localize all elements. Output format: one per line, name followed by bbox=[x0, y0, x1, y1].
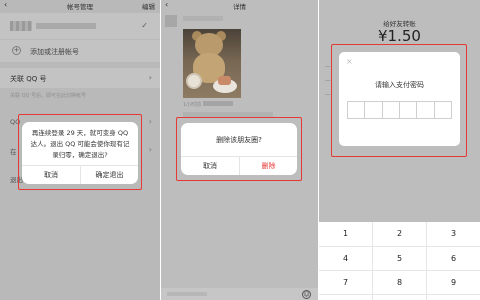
current-account-row[interactable]: ✓ bbox=[0, 13, 160, 39]
poster-name-blurred bbox=[183, 16, 223, 21]
password-prompt: 请输入支付密码 bbox=[375, 81, 424, 89]
cancel-button[interactable]: 取消 bbox=[181, 157, 239, 175]
confirm-logout-button[interactable]: 确定退出 bbox=[81, 166, 138, 184]
close-icon[interactable]: × bbox=[346, 57, 353, 66]
avatar bbox=[10, 21, 32, 31]
password-dialog: × 请输入支付密码 bbox=[339, 52, 460, 146]
side-label-qq: QQ bbox=[10, 118, 21, 126]
blurred-line bbox=[183, 112, 273, 117]
linked-qq-label: 关联 QQ 号 bbox=[10, 75, 47, 83]
pay-row-left-text: — bbox=[325, 78, 331, 84]
post-photo[interactable] bbox=[183, 29, 241, 98]
nav-bar: ‹ 详情 bbox=[161, 0, 318, 12]
linked-qq-description: 关联 QQ 号后，即可在此切换帐号 bbox=[10, 93, 87, 99]
delete-moment-dialog: 删除该朋友圈? 取消 删除 bbox=[181, 123, 297, 175]
delete-button[interactable]: 删除 bbox=[240, 157, 297, 175]
chevron-right-icon: › bbox=[148, 117, 152, 126]
poster-avatar bbox=[165, 15, 177, 27]
smiley-icon[interactable]: ☺ bbox=[302, 290, 311, 299]
comment-bar: ☺ bbox=[161, 288, 318, 300]
edit-button[interactable]: 编辑 bbox=[142, 1, 155, 11]
page-title: 详情 bbox=[233, 3, 246, 11]
password-input[interactable] bbox=[347, 101, 452, 119]
moment-detail-screen: ‹ 详情 1小时前 删除该朋友圈? 取消 删除 ☺ bbox=[161, 0, 318, 300]
plus-circle-icon: + bbox=[12, 46, 21, 55]
page-title: 帐号管理 bbox=[67, 3, 93, 11]
pay-row-left-text: — bbox=[325, 92, 331, 98]
cancel-button[interactable]: 取消 bbox=[22, 166, 80, 184]
chevron-right-icon: › bbox=[148, 145, 152, 154]
linked-qq-row[interactable]: 关联 QQ 号 › bbox=[0, 68, 160, 88]
key-3[interactable]: 3 bbox=[427, 222, 480, 246]
dialog-message: 删除该朋友圈? bbox=[216, 136, 262, 144]
nav-bar: ‹ 帐号管理 编辑 bbox=[0, 0, 160, 12]
numeric-keypad: 1 2 3 4 5 6 7 8 9 bbox=[319, 222, 480, 300]
key-9[interactable]: 9 bbox=[427, 271, 480, 295]
key-4[interactable]: 4 bbox=[319, 247, 372, 271]
key-6[interactable]: 6 bbox=[427, 247, 480, 271]
comment-input-blurred[interactable] bbox=[167, 292, 207, 296]
pay-row-left-text: — bbox=[325, 64, 331, 70]
account-name-blurred bbox=[36, 23, 96, 29]
transfer-amount: ¥1.50 bbox=[378, 27, 421, 45]
add-account-label: 添加或注册帐号 bbox=[30, 48, 79, 56]
post-time: 1小时前 bbox=[183, 102, 202, 108]
key-5[interactable]: 5 bbox=[373, 247, 426, 271]
logout-confirm-dialog: 再连续登录 29 天，就可变身 QQ 达人。退出 QQ 可能会使你现有记录归零，… bbox=[22, 122, 138, 184]
key-1[interactable]: 1 bbox=[319, 222, 372, 246]
chevron-right-icon: › bbox=[148, 73, 152, 82]
dialog-message: 再连续登录 29 天，就可变身 QQ 达人。退出 QQ 可能会使你现有记录归零，… bbox=[30, 129, 130, 159]
payment-password-screen: 给好友转账 ¥1.50 — — — × 请输入支付密码 1 2 3 4 5 6 … bbox=[319, 0, 480, 300]
post-meta-blurred bbox=[203, 101, 233, 106]
key-8[interactable]: 8 bbox=[373, 271, 426, 295]
add-account-row[interactable]: + 添加或注册帐号 bbox=[0, 40, 160, 62]
key-2[interactable]: 2 bbox=[373, 222, 426, 246]
key-7[interactable]: 7 bbox=[319, 271, 372, 295]
account-management-screen: ‹ 帐号管理 编辑 ✓ + 添加或注册帐号 关联 QQ 号 › 关联 QQ 号后… bbox=[0, 0, 160, 300]
check-icon: ✓ bbox=[141, 21, 148, 30]
side-label-zai: 在 bbox=[10, 148, 17, 156]
payment-summary: 给好友转账 ¥1.50 — — — × 请输入支付密码 bbox=[319, 0, 480, 222]
